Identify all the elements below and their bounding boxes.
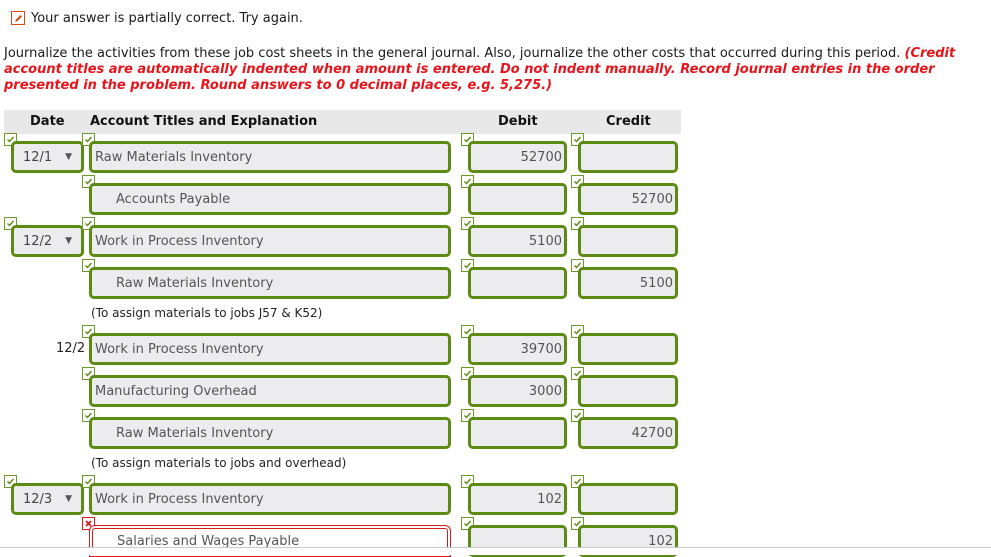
date-label: 12/2 — [56, 341, 86, 356]
account-title-value: Raw Materials Inventory — [95, 149, 253, 165]
header-date: Date — [30, 114, 65, 129]
debit-value: 3000 — [528, 383, 562, 399]
account-title-input[interactable]: Raw Materials Inventory — [89, 141, 451, 173]
account-title-input[interactable]: Raw Materials Inventory — [89, 417, 451, 449]
entry-explanation: (To assign materials to jobs and overhea… — [91, 456, 347, 470]
debit-input[interactable]: 52700 — [468, 141, 567, 173]
date-value: 12/1 — [23, 149, 53, 165]
account-title-value: Raw Materials Inventory — [116, 425, 274, 441]
credit-value: 42700 — [631, 425, 673, 441]
date-select[interactable]: 12/3 ▼ — [11, 483, 84, 515]
pencil-icon — [11, 11, 25, 25]
account-title-value: Work in Process Inventory — [95, 491, 264, 507]
dropdown-caret-icon: ▼ — [65, 236, 72, 246]
question-instructions: Journalize the activities from these job… — [4, 46, 988, 94]
debit-input[interactable]: 5100 — [468, 225, 567, 257]
credit-input[interactable] — [578, 375, 678, 407]
account-title-value: Raw Materials Inventory — [116, 275, 274, 291]
header-account: Account Titles and Explanation — [90, 114, 318, 129]
date-select[interactable]: 12/2 ▼ — [11, 225, 84, 257]
account-title-value: Work in Process Inventory — [95, 341, 264, 357]
debit-value: 39700 — [520, 341, 562, 357]
date-value: 12/2 — [23, 233, 53, 249]
credit-input[interactable] — [578, 483, 678, 515]
header-credit: Credit — [606, 114, 651, 129]
feedback-message: Your answer is partially correct. Try ag… — [31, 10, 303, 26]
credit-input[interactable] — [578, 225, 678, 257]
account-title-input[interactable]: Work in Process Inventory — [89, 225, 451, 257]
entry-explanation: (To assign materials to jobs J57 & K52) — [91, 306, 323, 320]
debit-input[interactable]: 39700 — [468, 333, 567, 365]
debit-value: 5100 — [528, 233, 562, 249]
instructions-text: Journalize the activities from these job… — [4, 46, 905, 61]
credit-input[interactable] — [578, 141, 678, 173]
dropdown-caret-icon: ▼ — [65, 494, 72, 504]
debit-input[interactable] — [468, 417, 567, 449]
debit-input[interactable]: 102 — [468, 483, 567, 515]
account-title-input[interactable]: Manufacturing Overhead — [89, 375, 451, 407]
credit-value: 5100 — [639, 275, 673, 291]
account-title-value: Accounts Payable — [116, 191, 231, 207]
account-title-value: Work in Process Inventory — [95, 233, 264, 249]
account-title-input[interactable]: Work in Process Inventory — [89, 483, 451, 515]
debit-input[interactable] — [468, 183, 567, 215]
debit-value: 102 — [537, 491, 562, 507]
credit-input[interactable]: 42700 — [578, 417, 678, 449]
account-title-input[interactable]: Accounts Payable — [89, 183, 451, 215]
debit-input[interactable] — [468, 267, 567, 299]
date-select[interactable]: 12/1 ▼ — [11, 141, 84, 173]
account-title-value: Manufacturing Overhead — [95, 383, 257, 399]
debit-value: 52700 — [520, 149, 562, 165]
credit-input[interactable]: 5100 — [578, 267, 678, 299]
credit-input[interactable]: 52700 — [578, 183, 678, 215]
credit-input[interactable] — [578, 333, 678, 365]
feedback-status: Your answer is partially correct. Try ag… — [11, 9, 303, 27]
account-title-input[interactable]: Work in Process Inventory — [89, 333, 451, 365]
date-value: 12/3 — [23, 491, 53, 507]
journal-table-header: Date Account Titles and Explanation Debi… — [4, 110, 681, 134]
credit-value: 52700 — [631, 191, 673, 207]
account-title-input[interactable]: Raw Materials Inventory — [89, 267, 451, 299]
header-debit: Debit — [498, 114, 538, 129]
debit-input[interactable]: 3000 — [468, 375, 567, 407]
dropdown-caret-icon: ▼ — [65, 152, 72, 162]
